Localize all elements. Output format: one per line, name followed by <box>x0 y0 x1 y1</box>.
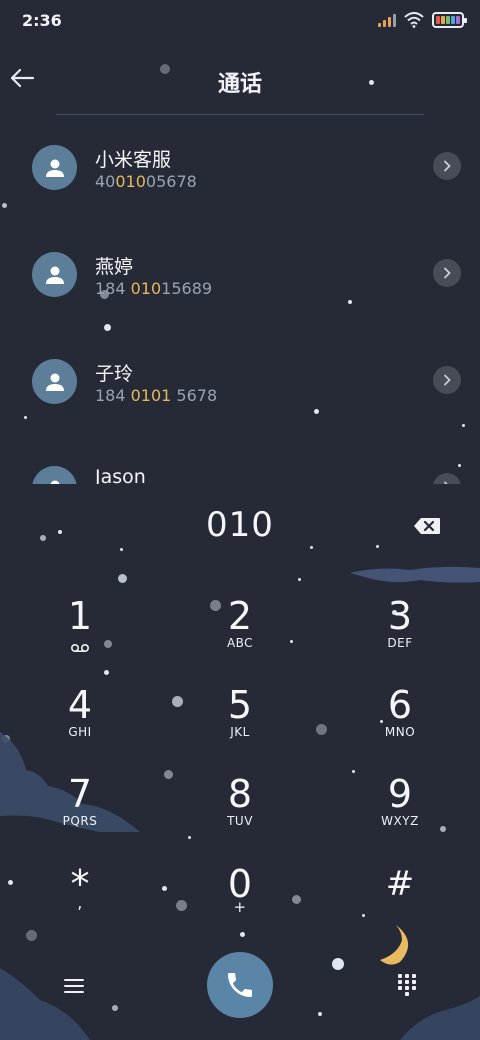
contact-row[interactable]: Jason <box>0 436 480 484</box>
avatar <box>32 252 77 297</box>
call-button[interactable] <box>207 952 273 1018</box>
contact-number: 184 01015689 <box>95 279 213 298</box>
avatar <box>32 145 77 190</box>
signal-icon <box>378 13 396 27</box>
number-match-highlight: 010 <box>115 172 146 191</box>
key-9[interactable]: 9 WXYZ <box>340 772 460 852</box>
key-7[interactable]: 7 PQRS <box>20 772 140 852</box>
contact-name: 燕婷 <box>95 256 134 278</box>
key-star[interactable]: * , <box>20 862 140 942</box>
key-1[interactable]: 1 <box>20 594 140 674</box>
menu-icon <box>64 979 84 993</box>
key-6[interactable]: 6 MNO <box>340 683 460 763</box>
wifi-icon <box>404 12 424 28</box>
contact-search-results: 小米客服 4001005678 燕婷 184 01015689 子玲 184 0… <box>0 115 480 484</box>
contact-row[interactable]: 小米客服 4001005678 <box>0 115 480 215</box>
battery-icon <box>432 12 467 28</box>
key-2[interactable]: 2 ABC <box>180 594 300 674</box>
backspace-icon <box>414 518 440 534</box>
dialed-number-display[interactable]: 010 <box>0 505 480 545</box>
chevron-right-icon <box>444 267 451 279</box>
dialpad-toggle-button[interactable] <box>390 968 424 1002</box>
person-icon <box>45 159 64 177</box>
key-4[interactable]: 4 GHI <box>20 683 140 763</box>
backspace-button[interactable] <box>410 512 444 540</box>
key-hash[interactable]: # <box>340 862 460 942</box>
key-0[interactable]: 0 + <box>180 862 300 942</box>
contact-name: 小米客服 <box>95 149 172 171</box>
key-3[interactable]: 3 DEF <box>340 594 460 674</box>
voicemail-icon <box>70 643 90 653</box>
chevron-right-icon <box>444 374 451 386</box>
avatar <box>32 466 77 484</box>
contact-name: 子玲 <box>95 363 134 385</box>
key-8[interactable]: 8 TUV <box>180 772 300 852</box>
avatar <box>32 359 77 404</box>
contact-row[interactable]: 子玲 184 0101 5678 <box>0 329 480 429</box>
status-time: 2:36 <box>22 11 62 30</box>
person-icon <box>45 373 64 391</box>
phone-icon <box>228 973 252 997</box>
contact-detail-button[interactable] <box>433 473 461 484</box>
contact-name: Jason <box>95 466 146 484</box>
person-icon <box>45 266 64 284</box>
chevron-right-icon <box>444 160 451 172</box>
status-bar: 2:36 <box>0 0 480 44</box>
page-title: 通话 <box>217 72 262 97</box>
menu-button[interactable] <box>56 972 92 1000</box>
number-match-highlight: 010 <box>130 279 162 298</box>
dialpad-icon <box>398 974 416 996</box>
person-icon <box>50 480 59 484</box>
contact-detail-button[interactable] <box>433 366 461 394</box>
contact-row[interactable]: 燕婷 184 01015689 <box>0 222 480 322</box>
key-5[interactable]: 5 JKL <box>180 683 300 763</box>
contact-detail-button[interactable] <box>433 259 461 287</box>
contact-number: 184 0101 5678 <box>95 386 218 405</box>
contact-detail-button[interactable] <box>433 152 461 180</box>
contact-number: 4001005678 <box>95 172 197 191</box>
header: 通话 <box>0 50 480 110</box>
number-match-highlight: 0101 <box>130 386 172 405</box>
chevron-right-icon <box>444 481 448 484</box>
